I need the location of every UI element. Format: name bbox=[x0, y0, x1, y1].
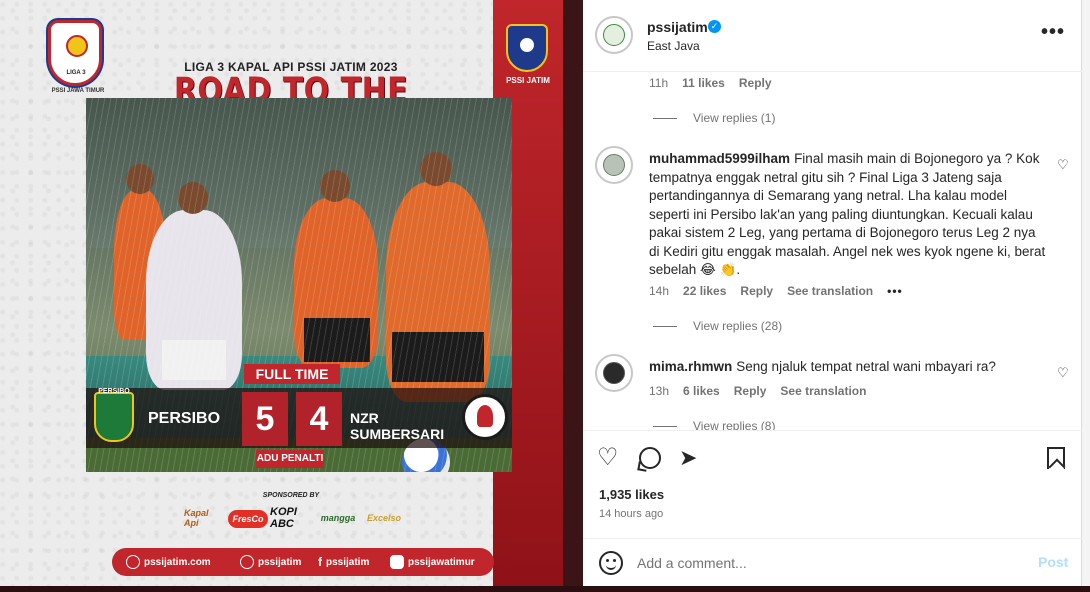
sponsor-logo: FresCo bbox=[228, 510, 268, 528]
footer-youtube-text: pssijawatimur bbox=[408, 556, 475, 568]
persibo-badge-icon bbox=[94, 392, 134, 442]
comment-text: muhammad5999ilham Final masih main di Boj… bbox=[649, 150, 1047, 280]
footer-instagram-text: pssijatim bbox=[258, 556, 302, 568]
comment-username[interactable]: mima.rhmwn bbox=[649, 359, 732, 374]
pssi-caption: PSSI JATIM bbox=[506, 76, 550, 85]
facebook-icon: f bbox=[318, 555, 322, 569]
share-send-icon[interactable]: ➤ bbox=[679, 445, 697, 471]
account-avatar[interactable] bbox=[595, 16, 633, 54]
post-button[interactable]: Post bbox=[1038, 554, 1068, 570]
away-team-name: NZR SUMBERSARI bbox=[350, 410, 445, 442]
post-header: pssijatim ✓ East Java ••• bbox=[583, 0, 1082, 72]
see-translation-button[interactable]: See translation bbox=[780, 384, 866, 398]
commenter-avatar[interactable] bbox=[595, 354, 633, 392]
view-replies-label: View replies (1) bbox=[693, 111, 776, 125]
social-footer: pssijatim.com pssijatim f pssijatim pssij… bbox=[112, 548, 494, 576]
bookmark-icon[interactable] bbox=[1047, 447, 1065, 469]
like-comment-icon[interactable]: ♡ bbox=[1057, 366, 1069, 379]
replies-line bbox=[653, 425, 677, 427]
sponsor-logo: mangga bbox=[320, 513, 356, 523]
view-replies-button[interactable]: View replies (8) bbox=[653, 419, 775, 430]
nzr-badge-icon bbox=[462, 394, 508, 440]
sponsor-logo: KOPI ABC bbox=[270, 506, 297, 530]
comment-likes[interactable]: 11 likes bbox=[682, 76, 725, 90]
comment-username[interactable]: muhammad5999ilham bbox=[649, 151, 790, 166]
post-panel: pssijatim ✓ East Java ••• 11h 11 likes R… bbox=[583, 0, 1082, 586]
comment-time: 13h bbox=[649, 384, 670, 398]
account-name[interactable]: pssijatim bbox=[647, 19, 708, 35]
comment-time: 11h bbox=[649, 76, 669, 90]
background-page-bottom bbox=[0, 586, 1090, 592]
view-replies-label: View replies (28) bbox=[693, 319, 783, 333]
reply-button[interactable]: Reply bbox=[740, 284, 773, 298]
pssi-logo-icon bbox=[506, 24, 548, 72]
comment-content: Seng njaluk tempat netral wani mbayari r… bbox=[736, 359, 996, 374]
reply-button[interactable]: Reply bbox=[739, 76, 772, 90]
reply-button[interactable]: Reply bbox=[734, 384, 767, 398]
post-image[interactable]: PSSI JATIM LIGA 3 PSSI JAWA TIMUR LIGA 3… bbox=[0, 0, 563, 586]
footer-website-text: pssijatim.com bbox=[144, 556, 211, 568]
comments-list[interactable]: 11h 11 likes Reply View replies (1) muha… bbox=[583, 72, 1082, 430]
emoji-smiley-icon[interactable] bbox=[599, 551, 623, 575]
footer-facebook: f pssijatim bbox=[318, 554, 369, 570]
youtube-icon bbox=[390, 555, 404, 569]
comment-likes[interactable]: 6 likes bbox=[683, 384, 720, 398]
comment-more-icon[interactable]: ••• bbox=[887, 284, 903, 298]
view-replies-button[interactable]: View replies (1) bbox=[653, 111, 775, 125]
view-replies-button[interactable]: View replies (28) bbox=[653, 319, 782, 333]
home-badge-text: PERSIBO bbox=[98, 388, 130, 395]
comment-composer: Post bbox=[583, 538, 1082, 586]
home-team-name: PERSIBO bbox=[148, 410, 221, 427]
comment-bubble-icon[interactable] bbox=[639, 447, 661, 469]
like-comment-icon[interactable]: ♡ bbox=[1057, 158, 1069, 171]
footer-website: pssijatim.com bbox=[126, 554, 211, 570]
sponsored-by: SPONSORED BY bbox=[262, 492, 320, 499]
away-score: 4 bbox=[296, 392, 342, 446]
comment-content: Final masih main di Bojonegoro ya ? Kok … bbox=[649, 151, 1046, 277]
see-translation-button[interactable]: See translation bbox=[787, 284, 873, 298]
view-replies-label: View replies (8) bbox=[693, 419, 776, 430]
comment-input[interactable] bbox=[637, 551, 1017, 575]
sponsor-logo: Kapal Api bbox=[184, 508, 209, 528]
replies-line bbox=[653, 117, 677, 119]
commenter-avatar[interactable] bbox=[595, 146, 633, 184]
like-heart-icon[interactable]: ♡ bbox=[597, 445, 619, 471]
sponsor-logo: Excelso bbox=[366, 513, 402, 523]
footer-youtube: pssijawatimur bbox=[390, 554, 475, 570]
footer-instagram: pssijatim bbox=[240, 554, 301, 570]
background-page-edge bbox=[1082, 0, 1090, 592]
replies-line bbox=[653, 325, 677, 327]
instagram-icon bbox=[240, 555, 254, 569]
liga3-logo-text: LIGA 3 bbox=[66, 70, 86, 76]
penalty-label: ADU PENALTI bbox=[256, 450, 324, 468]
post-location[interactable]: East Java bbox=[647, 39, 700, 53]
likes-count[interactable]: 1,935 likes bbox=[599, 487, 664, 502]
comment-likes[interactable]: 22 likes bbox=[683, 284, 726, 298]
comment-meta: 13h 6 likes Reply See translation bbox=[649, 384, 866, 398]
comment-text: mima.rhmwn Seng njaluk tempat netral wani… bbox=[649, 358, 1047, 377]
comment-time: 14h bbox=[649, 284, 670, 298]
verified-badge-icon: ✓ bbox=[708, 20, 721, 33]
comment-meta: 14h 22 likes Reply See translation ••• bbox=[649, 284, 903, 298]
full-time-label: FULL TIME bbox=[244, 364, 340, 384]
footer-facebook-text: pssijatim bbox=[326, 556, 370, 568]
post-actions: ♡ ➤ 1,935 likes 14 hours ago bbox=[583, 430, 1082, 538]
liga3-logo-icon bbox=[48, 20, 102, 86]
more-options-icon[interactable]: ••• bbox=[1041, 22, 1065, 42]
globe-icon bbox=[126, 555, 140, 569]
home-score: 5 bbox=[242, 392, 288, 446]
post-timestamp[interactable]: 14 hours ago bbox=[599, 508, 663, 520]
liga3-caption: PSSI JAWA TIMUR bbox=[51, 88, 105, 94]
comment-meta: 11h 11 likes Reply bbox=[649, 76, 772, 90]
